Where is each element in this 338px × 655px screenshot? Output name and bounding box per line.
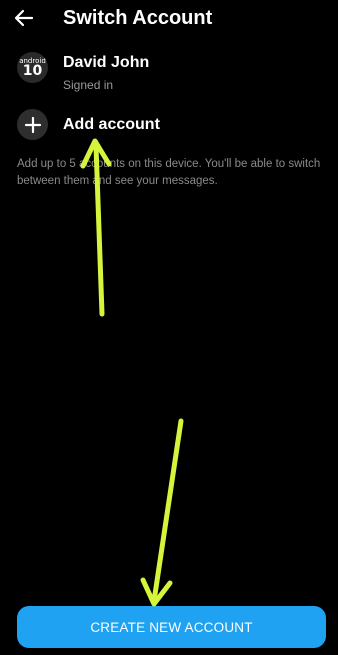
account-status: Signed in (63, 78, 114, 92)
back-button[interactable] (10, 4, 38, 32)
arrow-left-icon (14, 9, 34, 27)
app-header: Switch Account (0, 0, 338, 40)
plus-icon (17, 109, 48, 140)
info-text: Add up to 5 accounts on this device. You… (17, 158, 321, 187)
annotation-overlay (80, 138, 184, 607)
add-account-button[interactable]: Add account (0, 106, 338, 146)
page-title: Switch Account (63, 7, 213, 29)
add-account-label: Add account (63, 116, 160, 133)
avatar: android 10 (17, 52, 48, 83)
avatar-text-bottom: 10 (22, 63, 43, 79)
create-new-account-button[interactable]: CREATE NEW ACCOUNT (17, 606, 326, 648)
create-new-account-label: CREATE NEW ACCOUNT (90, 619, 253, 635)
account-item-david-john[interactable]: android 10 David John Signed in (0, 48, 338, 98)
arrow-down-annotation-icon (140, 418, 184, 607)
account-name: David John (63, 54, 150, 71)
